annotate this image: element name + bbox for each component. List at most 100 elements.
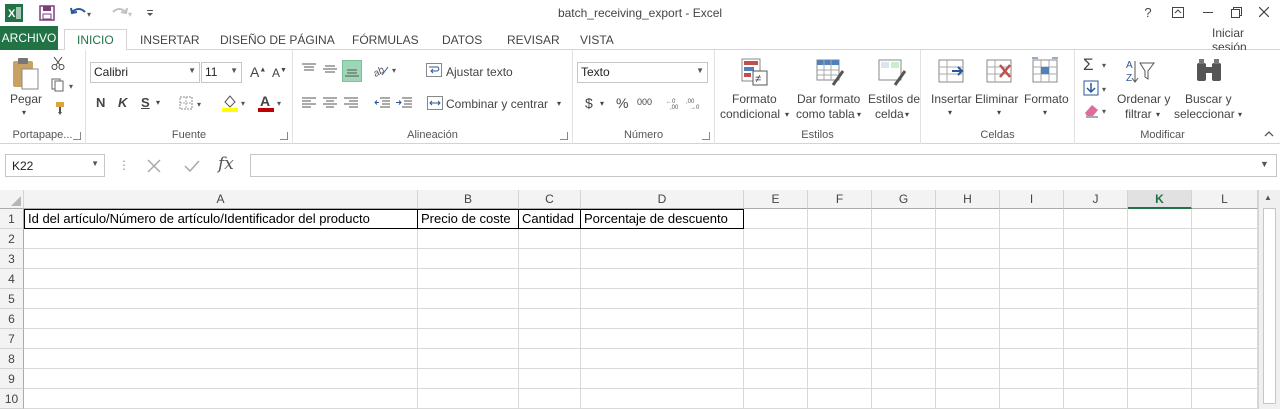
cell-a1[interactable]: Id del artículo/Número de artículo/Ident… (24, 209, 418, 229)
tab-insertar[interactable]: INSERTAR (140, 29, 200, 50)
cell-e7[interactable] (744, 329, 808, 349)
cell-g6[interactable] (872, 309, 936, 329)
cell-j9[interactable] (1064, 369, 1128, 389)
font-size-select[interactable]: 11 ▼ (201, 62, 242, 83)
cell-i9[interactable] (1000, 369, 1064, 389)
sort-filter-dropdown-icon[interactable]: ▾ (1156, 110, 1160, 119)
paste-button[interactable]: Pegar (10, 92, 42, 106)
conditional-format-label-1[interactable]: Formato (732, 92, 777, 106)
cell-j5[interactable] (1064, 289, 1128, 309)
cell-f10[interactable] (808, 389, 872, 409)
cell-f5[interactable] (808, 289, 872, 309)
bold-button[interactable]: N (96, 95, 105, 110)
cell-b2[interactable] (418, 229, 519, 249)
cell-a8[interactable] (24, 349, 418, 369)
cell-k5[interactable] (1128, 289, 1192, 309)
cell-j8[interactable] (1064, 349, 1128, 369)
align-right-icon[interactable] (342, 94, 360, 112)
decrease-decimal-icon[interactable]: ,00 →0 (686, 94, 704, 112)
cell-f3[interactable] (808, 249, 872, 269)
cell-j7[interactable] (1064, 329, 1128, 349)
wrap-text-icon[interactable] (425, 62, 443, 78)
cell-k4[interactable] (1128, 269, 1192, 289)
cell-l4[interactable] (1192, 269, 1258, 289)
cell-b7[interactable] (418, 329, 519, 349)
cell-g4[interactable] (872, 269, 936, 289)
underline-dropdown-icon[interactable]: ▾ (156, 98, 160, 107)
copy-icon[interactable]: ▾ (50, 77, 78, 93)
expand-formula-bar-icon[interactable]: ▼ (1260, 159, 1269, 169)
cell-a4[interactable] (24, 269, 418, 289)
collapse-ribbon-icon[interactable] (1262, 128, 1276, 140)
cell-h4[interactable] (936, 269, 1000, 289)
cell-h10[interactable] (936, 389, 1000, 409)
cell-e9[interactable] (744, 369, 808, 389)
find-select-label-1[interactable]: Buscar y (1185, 92, 1232, 106)
delete-cells-button[interactable]: Eliminar (975, 92, 1018, 106)
cell-g10[interactable] (872, 389, 936, 409)
cell-d6[interactable] (581, 309, 744, 329)
cell-g9[interactable] (872, 369, 936, 389)
cell-l6[interactable] (1192, 309, 1258, 329)
cell-a6[interactable] (24, 309, 418, 329)
close-icon[interactable] (1250, 2, 1278, 22)
row-header-6[interactable]: 6 (0, 309, 24, 329)
cell-b9[interactable] (418, 369, 519, 389)
cell-c5[interactable] (519, 289, 581, 309)
cell-c1[interactable]: Cantidad (519, 209, 581, 229)
cell-d7[interactable] (581, 329, 744, 349)
cell-f9[interactable] (808, 369, 872, 389)
cell-h1[interactable] (936, 209, 1000, 229)
cell-styles-label-2[interactable]: celda (875, 107, 904, 121)
align-center-icon[interactable] (321, 94, 339, 112)
cell-g7[interactable] (872, 329, 936, 349)
row-header-8[interactable]: 8 (0, 349, 24, 369)
column-header-c[interactable]: C (519, 190, 581, 209)
insert-function-button[interactable]: fx (218, 154, 234, 174)
format-as-table-icon[interactable] (813, 55, 847, 89)
cell-e2[interactable] (744, 229, 808, 249)
cell-i2[interactable] (1000, 229, 1064, 249)
cell-c6[interactable] (519, 309, 581, 329)
cell-k8[interactable] (1128, 349, 1192, 369)
format-cells-icon[interactable] (1028, 55, 1062, 89)
ribbon-display-options-icon[interactable] (1164, 2, 1192, 22)
cell-c2[interactable] (519, 229, 581, 249)
increase-indent-icon[interactable] (395, 94, 413, 112)
cell-i3[interactable] (1000, 249, 1064, 269)
cell-d3[interactable] (581, 249, 744, 269)
cell-c10[interactable] (519, 389, 581, 409)
column-header-a[interactable]: A (24, 190, 418, 209)
orientation-icon[interactable]: ab ▾ (371, 60, 401, 78)
align-left-icon[interactable] (300, 94, 318, 112)
cell-b6[interactable] (418, 309, 519, 329)
cell-b1[interactable]: Precio de coste (418, 209, 519, 229)
tab-inicio[interactable]: INICIO (64, 29, 127, 51)
delete-cells-icon[interactable] (982, 55, 1016, 89)
cell-g2[interactable] (872, 229, 936, 249)
cell-e1[interactable] (744, 209, 808, 229)
column-header-e[interactable]: E (744, 190, 808, 209)
cell-g5[interactable] (872, 289, 936, 309)
column-header-h[interactable]: H (936, 190, 1000, 209)
format-cells-dropdown-icon[interactable]: ▾ (1043, 108, 1047, 117)
paste-dropdown-icon[interactable]: ▾ (22, 108, 26, 117)
cell-styles-dropdown-icon[interactable]: ▾ (905, 110, 909, 119)
format-cells-button[interactable]: Formato (1024, 92, 1069, 106)
tab-datos[interactable]: DATOS (442, 29, 482, 50)
font-launcher-icon[interactable] (280, 132, 288, 140)
cell-a9[interactable] (24, 369, 418, 389)
cell-f4[interactable] (808, 269, 872, 289)
underline-button[interactable]: S (141, 95, 150, 110)
cell-f7[interactable] (808, 329, 872, 349)
cut-icon[interactable] (50, 55, 66, 71)
vertical-scrollbar[interactable]: ▲ (1258, 190, 1280, 409)
cell-a2[interactable] (24, 229, 418, 249)
cell-h9[interactable] (936, 369, 1000, 389)
cell-i1[interactable] (1000, 209, 1064, 229)
font-color-icon[interactable]: A ▾ (256, 92, 286, 114)
cell-k2[interactable] (1128, 229, 1192, 249)
cell-d2[interactable] (581, 229, 744, 249)
formula-input[interactable] (250, 154, 1277, 177)
cell-c7[interactable] (519, 329, 581, 349)
